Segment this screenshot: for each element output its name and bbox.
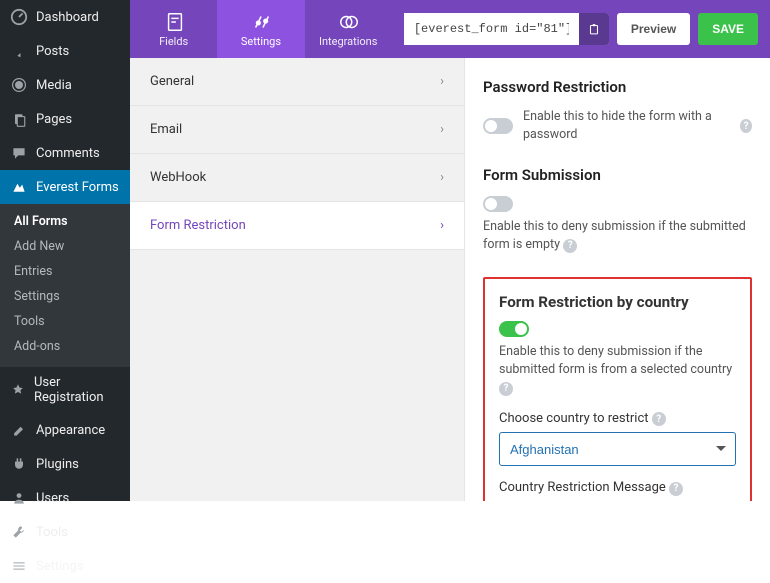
sidebar-item-posts[interactable]: Posts [0, 34, 130, 68]
sidebar-item-plugins[interactable]: Plugins [0, 447, 130, 481]
save-button[interactable]: SAVE [698, 13, 758, 45]
sidebar-label: Comments [36, 146, 100, 161]
settings-nav-label: General [150, 74, 194, 89]
section-title: Password Restriction [483, 78, 752, 96]
sidebar-label: Users [36, 491, 69, 506]
pin-icon [10, 42, 28, 60]
tab-label: Settings [241, 35, 281, 48]
help-icon[interactable]: ? [740, 119, 752, 133]
plugins-icon [10, 455, 28, 473]
form-submission-section: Form Submission Enable this to deny subm… [483, 166, 752, 254]
settings-nav-webhook[interactable]: WebHook › [130, 154, 464, 202]
sidebar-item-appearance[interactable]: Appearance [0, 413, 130, 447]
section-title: Form Submission [483, 166, 752, 184]
submenu-add-new[interactable]: Add New [0, 234, 130, 259]
help-text: Enable this to deny submission if the su… [483, 219, 746, 252]
sidebar-item-user-registration[interactable]: User Registration [0, 367, 130, 413]
users-icon [10, 489, 28, 507]
sidebar-label: User Registration [34, 375, 120, 405]
clipboard-icon [587, 22, 601, 36]
help-icon[interactable]: ? [652, 412, 666, 426]
media-icon [10, 76, 28, 94]
sidebar-item-media[interactable]: Media [0, 68, 130, 102]
pages-icon [10, 110, 28, 128]
settings-nav-form-restriction[interactable]: Form Restriction › [130, 202, 464, 250]
chevron-right-icon: › [440, 74, 444, 89]
sidebar-item-everest-forms[interactable]: Everest Forms [0, 170, 130, 204]
tools-icon [10, 523, 28, 541]
tab-label: Fields [159, 35, 188, 48]
sidebar-item-tools[interactable]: Tools [0, 515, 130, 549]
help-icon[interactable]: ? [563, 239, 577, 253]
settings-nav-email[interactable]: Email › [130, 106, 464, 154]
sidebar-label: Dashboard [36, 10, 99, 25]
shortcode-display [404, 13, 609, 45]
everest-forms-submenu: All Forms Add New Entries Settings Tools… [0, 204, 130, 367]
submenu-all-forms[interactable]: All Forms [0, 209, 130, 234]
sidebar-label: Pages [36, 112, 72, 127]
tab-fields[interactable]: Fields [130, 0, 217, 58]
fields-icon [164, 11, 184, 31]
field-label: Choose country to restrict [499, 411, 649, 426]
settings-icon [10, 557, 28, 575]
preview-button[interactable]: Preview [617, 13, 690, 45]
tab-label: Integrations [319, 35, 377, 48]
password-restriction-section: Password Restriction Enable this to hide… [483, 78, 752, 144]
sidebar-label: Media [36, 78, 72, 93]
sidebar-label: Everest Forms [36, 180, 119, 195]
field-label: Country Restriction Message [499, 480, 666, 495]
sidebar-item-settings[interactable]: Settings [0, 549, 130, 583]
chevron-right-icon: › [440, 218, 444, 233]
sidebar-item-users[interactable]: Users [0, 481, 130, 515]
submenu-addons[interactable]: Add-ons [0, 334, 130, 359]
appearance-icon [10, 421, 28, 439]
sidebar-label: Posts [36, 44, 69, 59]
submenu-tools[interactable]: Tools [0, 309, 130, 334]
settings-icon [251, 11, 271, 31]
country-restriction-section: Form Restriction by country Enable this … [483, 277, 752, 502]
sidebar-label: Plugins [36, 457, 79, 472]
integrations-icon [338, 11, 358, 31]
sidebar-item-pages[interactable]: Pages [0, 102, 130, 136]
shortcode-input[interactable] [404, 13, 579, 45]
tab-integrations[interactable]: Integrations [305, 0, 392, 58]
chevron-right-icon: › [440, 170, 444, 185]
settings-nav-label: WebHook [150, 170, 206, 185]
sidebar-item-comments[interactable]: Comments [0, 136, 130, 170]
tab-settings[interactable]: Settings [217, 0, 304, 58]
settings-panel: Password Restriction Enable this to hide… [465, 58, 770, 501]
sidebar-label: Tools [36, 525, 68, 540]
help-icon[interactable]: ? [499, 382, 513, 396]
sidebar-label: Appearance [36, 423, 105, 438]
settings-nav-general[interactable]: General › [130, 58, 464, 106]
user-registration-icon [10, 381, 26, 399]
help-text: Enable this to deny submission if the su… [499, 344, 732, 377]
sidebar-label: Settings [36, 559, 83, 574]
sidebar-item-dashboard[interactable]: Dashboard [0, 0, 130, 34]
form-submission-toggle[interactable] [483, 196, 513, 212]
settings-nav-label: Email [150, 122, 182, 137]
help-icon[interactable]: ? [669, 482, 683, 496]
wp-admin-sidebar: Dashboard Posts Media Pages Comments Eve… [0, 0, 130, 501]
settings-nav: General › Email › WebHook › Form Restric… [130, 58, 465, 501]
country-restriction-toggle[interactable] [499, 321, 529, 337]
country-select[interactable]: Afghanistan [499, 432, 736, 466]
section-title: Form Restriction by country [499, 293, 736, 311]
comments-icon [10, 144, 28, 162]
submenu-entries[interactable]: Entries [0, 259, 130, 284]
help-text: Enable this to hide the form with a pass… [523, 108, 730, 144]
settings-nav-label: Form Restriction [150, 218, 246, 233]
submenu-settings[interactable]: Settings [0, 284, 130, 309]
builder-tabs: Fields Settings Integrations Preview SAV… [130, 0, 770, 58]
copy-shortcode-button[interactable] [579, 13, 609, 45]
everest-forms-icon [10, 178, 28, 196]
dashboard-icon [10, 8, 28, 26]
chevron-right-icon: › [440, 122, 444, 137]
password-restriction-toggle[interactable] [483, 118, 513, 134]
